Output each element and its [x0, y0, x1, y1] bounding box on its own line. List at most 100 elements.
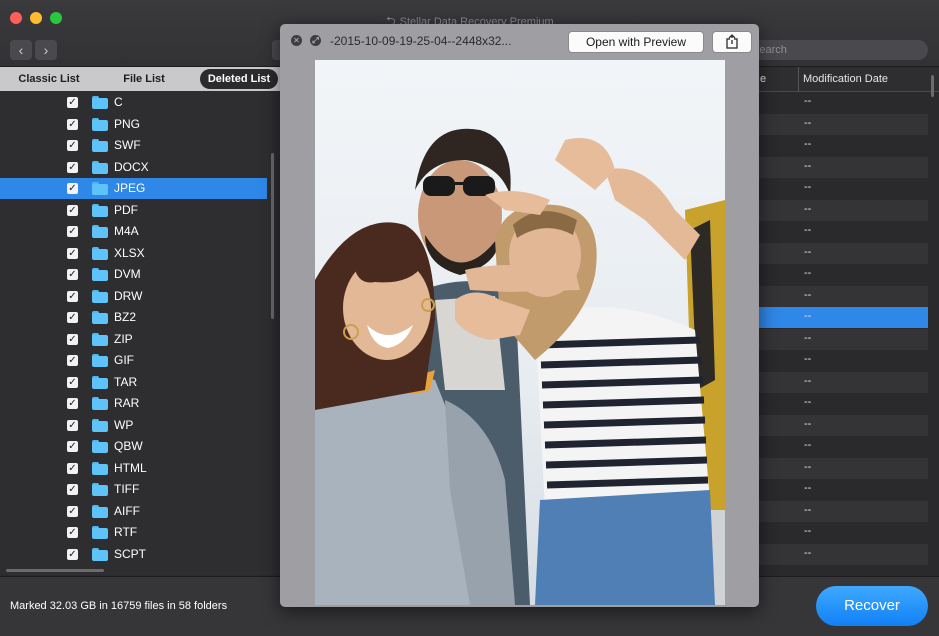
tree-item-label: HTML — [114, 460, 147, 475]
column-header-modification-date[interactable]: Modification Date — [803, 67, 888, 91]
tree-item-tar[interactable]: ✓ TAR — [0, 372, 267, 393]
preview-photo — [315, 60, 725, 605]
folder-icon — [92, 311, 108, 324]
modification-date-cell: -- — [804, 116, 812, 129]
folder-icon — [92, 332, 108, 346]
checkbox-checked-icon[interactable]: ✓ — [67, 290, 78, 302]
tree-item-aiff[interactable]: ✓ AIFF — [0, 501, 267, 522]
checkbox-checked-icon[interactable]: ✓ — [67, 484, 78, 495]
minimize-window-button[interactable] — [30, 12, 42, 24]
modification-date-cell: -- — [804, 267, 812, 279]
checkbox-checked-icon[interactable]: ✓ — [67, 462, 78, 474]
forward-button[interactable]: › — [35, 40, 57, 60]
tree-item-html[interactable]: ✓ HTML — [0, 458, 267, 479]
tree-item-drw[interactable]: ✓ DRW — [0, 286, 267, 307]
tree-item-bz2[interactable]: ✓ BZ2 — [0, 307, 267, 328]
fullscreen-icon[interactable]: ⤢ — [310, 35, 321, 46]
checkbox-checked-icon[interactable]: ✓ — [67, 419, 78, 431]
close-window-button[interactable] — [10, 12, 22, 24]
tab-file-list[interactable]: File List — [112, 69, 176, 89]
column-divider[interactable] — [798, 67, 799, 91]
checkbox-checked-icon[interactable]: ✓ — [67, 398, 78, 409]
chevron-right-icon: › — [43, 42, 49, 58]
checkbox-checked-icon[interactable]: ✓ — [67, 505, 78, 517]
tree-item-label: M4A — [114, 224, 139, 238]
close-icon[interactable]: ✕ — [291, 35, 302, 46]
tree-item-tiff[interactable]: ✓ TIFF — [0, 479, 267, 500]
tree-item-label: RAR — [114, 396, 140, 410]
tab-deleted-list[interactable]: Deleted List — [200, 69, 278, 89]
tree-item-swf[interactable]: ✓ SWF — [0, 135, 267, 156]
checkbox-checked-icon[interactable]: ✓ — [67, 183, 78, 194]
checkbox-checked-icon[interactable]: ✓ — [67, 527, 78, 538]
modification-date-cell: -- — [804, 417, 812, 430]
modification-date-cell: -- — [804, 159, 812, 172]
share-button[interactable] — [712, 31, 752, 53]
folder-icon — [92, 225, 108, 238]
modification-date-cell: -- — [804, 224, 812, 236]
tree-item-label: RTF — [114, 525, 138, 539]
modification-date-cell: -- — [804, 202, 812, 215]
tree-item-dvm[interactable]: ✓ DVM — [0, 264, 267, 285]
modification-date-cell: -- — [804, 353, 812, 365]
checkbox-checked-icon[interactable]: ✓ — [67, 376, 78, 388]
modification-date-cell: -- — [804, 439, 812, 451]
checkbox-checked-icon[interactable]: ✓ — [67, 140, 78, 151]
quicklook-toolbar: ✕ ⤢ -2015-10-09-19-25-04--2448x32... Ope… — [280, 24, 759, 58]
folder-icon — [92, 96, 108, 109]
tree-item-gif[interactable]: ✓ GIF — [0, 350, 267, 371]
tree-item-docx[interactable]: ✓ DOCX — [0, 157, 267, 178]
tree-item-label: AIFF — [114, 503, 140, 518]
chevron-left-icon: ‹ — [18, 42, 24, 58]
modification-date-cell: -- — [804, 310, 812, 322]
sidebar-vertical-scrollbar[interactable] — [271, 153, 274, 319]
tree-item-pdf[interactable]: ✓ PDF — [0, 200, 267, 221]
modification-date-cell: -- — [804, 331, 812, 344]
checkbox-checked-icon[interactable]: ✓ — [67, 548, 78, 560]
checkbox-checked-icon[interactable]: ✓ — [67, 312, 78, 323]
folder-icon — [92, 483, 108, 496]
checkbox-checked-icon[interactable]: ✓ — [67, 247, 78, 259]
back-button[interactable]: ‹ — [10, 40, 32, 60]
checkbox-checked-icon[interactable]: ✓ — [67, 97, 78, 108]
column-header-partial[interactable]: e — [760, 67, 766, 91]
zoom-window-button[interactable] — [50, 12, 62, 24]
open-with-preview-button[interactable]: Open with Preview — [568, 31, 704, 53]
checkbox-checked-icon[interactable]: ✓ — [67, 204, 78, 216]
checkbox-checked-icon[interactable]: ✓ — [67, 269, 78, 280]
tree-item-png[interactable]: ✓ PNG — [0, 114, 267, 135]
checkbox-checked-icon[interactable]: ✓ — [67, 355, 78, 366]
tree-item-qbw[interactable]: ✓ QBW — [0, 436, 267, 457]
tree-item-jpeg[interactable]: ✓ JPEG — [0, 178, 267, 199]
checkbox-checked-icon[interactable]: ✓ — [67, 441, 78, 452]
checkbox-checked-icon[interactable]: ✓ — [67, 226, 78, 237]
checkbox-checked-icon[interactable]: ✓ — [67, 333, 78, 345]
folder-icon — [92, 246, 108, 260]
quicklook-preview-window: ✕ ⤢ -2015-10-09-19-25-04--2448x32... Ope… — [280, 24, 759, 607]
folder-icon — [92, 397, 108, 410]
tree-item-wp[interactable]: ✓ WP — [0, 415, 267, 436]
table-vertical-scrollbar[interactable] — [931, 75, 934, 97]
modification-date-cell: -- — [804, 245, 812, 258]
tree-item-label: XLSX — [114, 245, 145, 260]
tree-item-label: QBW — [114, 439, 143, 453]
tree-item-label: PDF — [114, 202, 138, 217]
tab-classic-list[interactable]: Classic List — [8, 69, 90, 89]
tree-item-scpt[interactable]: ✓ SCPT — [0, 544, 267, 565]
tree-item-m4a[interactable]: ✓ M4A — [0, 221, 267, 242]
checkbox-checked-icon[interactable]: ✓ — [67, 161, 78, 173]
tree-item-c[interactable]: ✓ C — [0, 92, 267, 113]
tree-item-zip[interactable]: ✓ ZIP — [0, 329, 267, 350]
checkbox-checked-icon[interactable]: ✓ — [67, 118, 78, 130]
search-input[interactable]: Search — [740, 40, 928, 60]
tree-item-xlsx[interactable]: ✓ XLSX — [0, 243, 267, 264]
recover-button[interactable]: Recover — [816, 586, 928, 626]
tree-item-label: WP — [114, 417, 134, 432]
modification-date-cell: -- — [804, 138, 812, 150]
folder-icon — [92, 440, 108, 453]
share-icon — [726, 34, 738, 49]
sidebar-horizontal-scrollbar[interactable] — [6, 569, 104, 572]
folder-icon — [92, 461, 108, 475]
tree-item-rar[interactable]: ✓ RAR — [0, 393, 267, 414]
tree-item-rtf[interactable]: ✓ RTF — [0, 522, 267, 543]
